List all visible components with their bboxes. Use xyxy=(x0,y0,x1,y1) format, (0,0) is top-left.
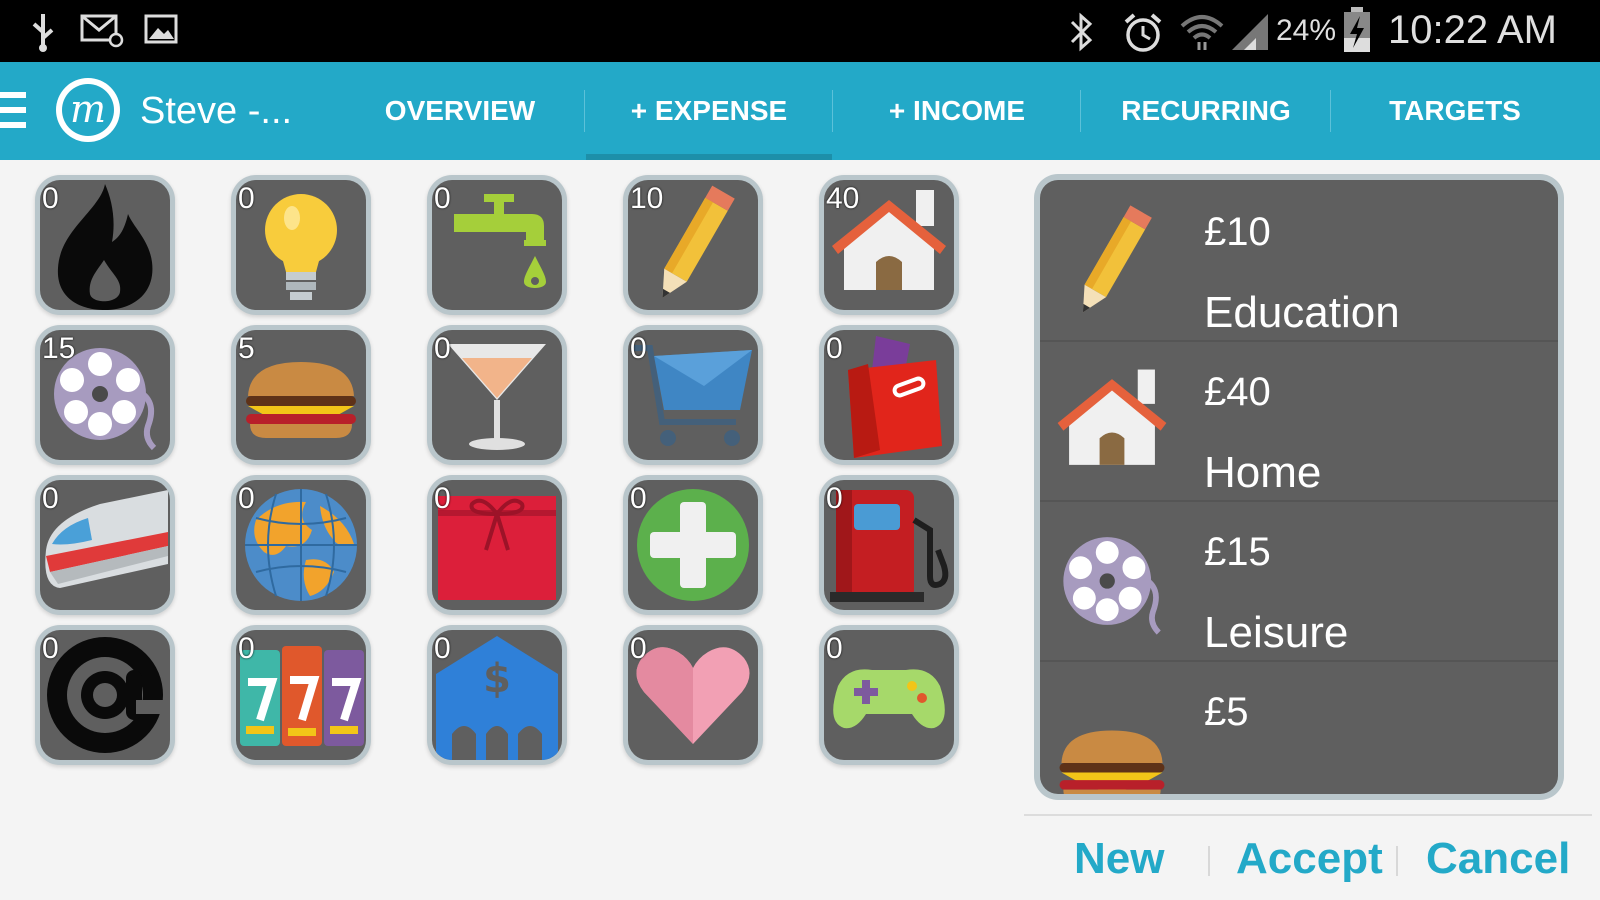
tile-count: 0 xyxy=(434,632,451,665)
pencil-icon xyxy=(1082,205,1152,313)
tile-count: 0 xyxy=(630,482,647,515)
water-tap-icon xyxy=(454,194,546,288)
action-bar: m Steve -... OVERVIEW + EXPENSE + INCOME… xyxy=(0,62,1600,160)
tile-count: 0 xyxy=(238,632,255,665)
tile-count: 0 xyxy=(434,332,451,365)
burger-icon xyxy=(1059,730,1165,794)
tile-count: 0 xyxy=(826,332,843,365)
signal-icon xyxy=(1232,14,1268,50)
category-tile-gifts-bag[interactable]: 0 xyxy=(824,330,954,460)
category-tile-travel-globe[interactable]: 0 xyxy=(236,480,366,610)
globe-icon xyxy=(245,489,357,601)
account-title[interactable]: Steve -... xyxy=(140,90,292,133)
category-tile-online[interactable]: 0 xyxy=(40,630,170,760)
slot-machine-icon xyxy=(240,646,364,746)
tile-count: 0 xyxy=(434,482,451,515)
category-tile-pencil[interactable]: 10 xyxy=(628,180,758,310)
cancel-button[interactable]: Cancel xyxy=(1426,834,1570,884)
status-bar: 24% 10:22 AM xyxy=(0,0,1600,62)
flame-icon xyxy=(57,184,153,310)
at-sign-icon xyxy=(47,637,170,753)
train-icon xyxy=(45,490,168,588)
item-amount: £5 xyxy=(1204,690,1249,734)
tile-count: 0 xyxy=(434,182,451,215)
accept-button[interactable]: Accept xyxy=(1236,834,1383,884)
category-tile-bank[interactable]: 0 $ xyxy=(432,630,562,760)
category-tile-charity[interactable]: 0 xyxy=(628,630,758,760)
item-category: Education xyxy=(1204,288,1400,337)
tile-count: 0 xyxy=(826,482,843,515)
selected-items-list[interactable]: £10 Education £40 Home £15 Leisure £5 xyxy=(1040,180,1558,794)
category-tile-travel[interactable]: 0 xyxy=(40,480,170,610)
category-tile-shopping[interactable]: 0 xyxy=(628,330,758,460)
item-amount: £40 xyxy=(1204,370,1271,414)
category-tile-gifts[interactable]: 0 xyxy=(432,480,562,610)
mail-icon xyxy=(80,14,124,48)
category-tile-food[interactable]: 5 xyxy=(236,330,366,460)
tile-count: 0 xyxy=(630,632,647,665)
fuel-pump-icon xyxy=(830,490,949,602)
burger-icon xyxy=(246,362,356,438)
tile-count: 10 xyxy=(630,182,664,215)
tab-targets[interactable]: TARGETS xyxy=(1332,62,1578,160)
tab-recurring[interactable]: RECURRING xyxy=(1082,62,1330,160)
list-item[interactable]: £40 Home xyxy=(1040,340,1558,502)
category-tile-fuel[interactable]: 0 xyxy=(824,480,954,610)
gift-icon xyxy=(438,496,556,600)
tile-count: 0 xyxy=(238,482,255,515)
bluetooth-icon xyxy=(1070,12,1093,52)
lightbulb-icon xyxy=(265,194,337,300)
new-button[interactable]: New xyxy=(1074,834,1164,884)
cocktail-icon xyxy=(448,344,546,450)
category-tile-games[interactable]: 0 xyxy=(824,630,954,760)
category-tile-leisure[interactable]: 15 xyxy=(40,330,170,460)
shopping-bag-icon xyxy=(848,336,942,458)
svg-text:$: $ xyxy=(483,656,511,702)
category-tile-gambling[interactable]: 0 xyxy=(236,630,366,760)
list-item[interactable]: £5 xyxy=(1040,660,1558,794)
list-item[interactable]: £15 Leisure xyxy=(1040,500,1558,662)
gamepad-icon xyxy=(833,669,945,729)
film-reel-icon xyxy=(1063,537,1161,635)
category-tile-flame[interactable]: 0 xyxy=(40,180,170,310)
medical-cross-icon xyxy=(637,489,749,601)
battery-icon xyxy=(1344,7,1370,52)
tab-expense[interactable]: + EXPENSE xyxy=(586,62,832,160)
item-category: Home xyxy=(1204,448,1322,497)
bank-icon: $ xyxy=(436,636,558,760)
category-tile-drinks[interactable]: 0 xyxy=(432,330,562,460)
button-bar-divider xyxy=(1024,814,1592,816)
tile-count: 0 xyxy=(42,482,59,515)
tile-count: 0 xyxy=(42,632,59,665)
item-category: Leisure xyxy=(1204,608,1349,657)
tile-count: 5 xyxy=(238,332,255,365)
category-tile-lightbulb[interactable]: 0 xyxy=(236,180,366,310)
shopping-cart-icon xyxy=(632,345,752,446)
menu-icon[interactable] xyxy=(0,92,26,128)
wifi-icon xyxy=(1180,15,1224,50)
tile-count: 0 xyxy=(42,182,59,215)
tile-count: 0 xyxy=(826,632,843,665)
tile-count: 0 xyxy=(630,332,647,365)
tile-count: 0 xyxy=(238,182,255,215)
category-tile-water[interactable]: 0 xyxy=(432,180,562,310)
heart-icon xyxy=(636,647,750,744)
item-amount: £10 xyxy=(1204,210,1271,254)
tab-overview[interactable]: OVERVIEW xyxy=(340,62,580,160)
alarm-icon xyxy=(1124,13,1162,52)
list-item[interactable]: £10 Education xyxy=(1040,180,1558,342)
clock: 10:22 AM xyxy=(1388,8,1558,52)
tile-count: 40 xyxy=(826,182,860,215)
app-logo[interactable]: m xyxy=(56,78,120,142)
category-tile-health[interactable]: 0 xyxy=(628,480,758,610)
tile-count: 15 xyxy=(42,332,76,365)
house-icon xyxy=(1057,369,1167,465)
image-icon xyxy=(144,14,178,44)
tab-income[interactable]: + INCOME xyxy=(834,62,1080,160)
battery-percent: 24% xyxy=(1276,14,1337,47)
category-tile-home[interactable]: 40 xyxy=(824,180,954,310)
usb-icon xyxy=(32,14,54,52)
item-amount: £15 xyxy=(1204,530,1271,574)
